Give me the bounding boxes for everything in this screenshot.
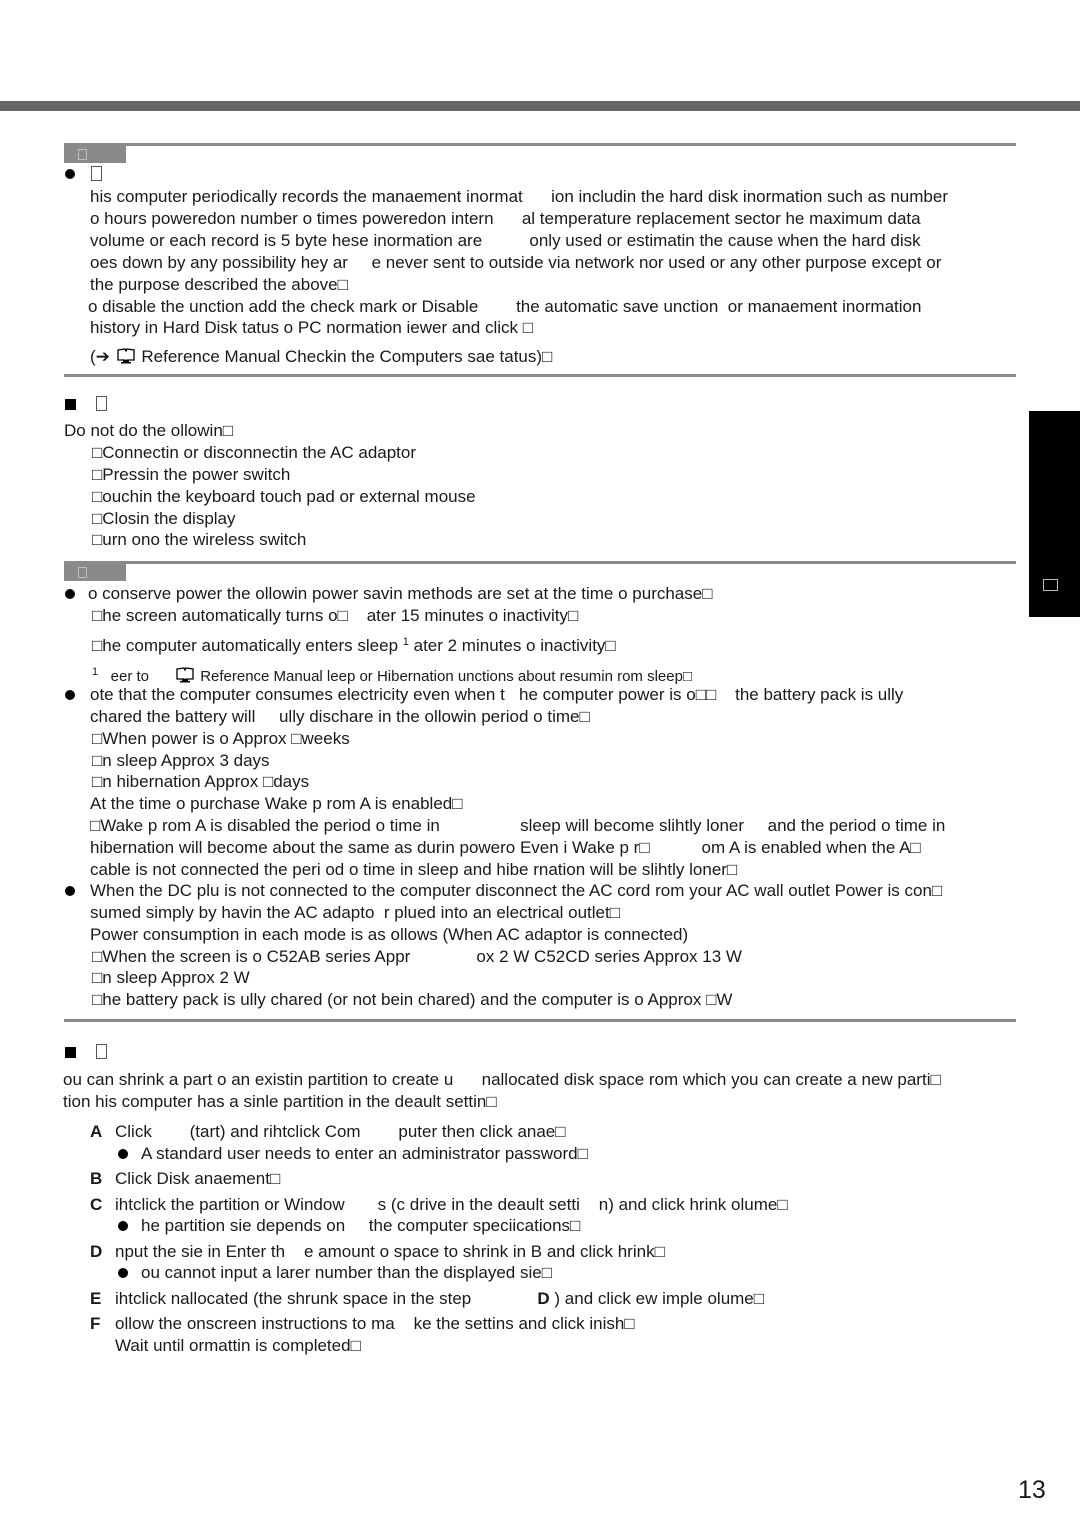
- paragraph-line: tion his computer has a sinle partition …: [63, 1092, 497, 1111]
- step-note: he partition sie depends on the computer…: [141, 1216, 581, 1235]
- square-bullet-icon: [65, 1047, 76, 1058]
- square-bullet-icon: [65, 399, 76, 410]
- paragraph-line: history in Hard Disk tatus o PC normatio…: [90, 318, 533, 337]
- page-number: 13: [1018, 1476, 1046, 1504]
- paragraph-line: ou can shrink a part o an existin partit…: [63, 1070, 941, 1089]
- paragraph-line: □he screen automatically turns o□ ater 1…: [92, 606, 579, 625]
- paragraph-line: oes down by any possibility hey ar e nev…: [90, 253, 942, 272]
- step-text: nput the sie in Enter th e amount o spac…: [115, 1242, 665, 1261]
- paragraph-line: his computer periodically records the ma…: [90, 187, 948, 206]
- step-text: Click (tart) and rihtclick Com puter the…: [115, 1122, 566, 1141]
- section-rule: [64, 1019, 1016, 1022]
- step-text: ihtclick nallocated (the shrunk space in…: [115, 1289, 765, 1308]
- missing-glyph-icon: [1043, 579, 1058, 591]
- bullet-icon: [118, 1268, 128, 1278]
- reference-manual-icon: [115, 347, 137, 365]
- step-letter: E: [90, 1289, 102, 1308]
- header-bar: [0, 101, 1080, 111]
- bullet-icon: [118, 1221, 128, 1231]
- paragraph-line: □n sleep Approx 2 W: [92, 968, 250, 987]
- step-text: ihtclick the partition or Window s (c dr…: [115, 1195, 788, 1214]
- section-tag: [64, 145, 126, 163]
- step-letter: C: [90, 1195, 103, 1214]
- paragraph-line: cable is not connected the peri od o tim…: [90, 860, 738, 879]
- step-text: Wait until ormattin is completed□: [115, 1336, 361, 1355]
- paragraph-line: □When the screen is o C52AB series Appr …: [92, 947, 742, 966]
- reference-link[interactable]: (➔ Reference Manual Checkin the Computer…: [90, 347, 552, 367]
- step-letter: D: [90, 1242, 103, 1261]
- arrow-right-icon: ➔: [95, 347, 110, 366]
- bullet-heading: [91, 164, 102, 184]
- paragraph-line: □When power is o Approx □weeks: [92, 729, 350, 748]
- step-text: Click Disk anaement□: [115, 1169, 281, 1188]
- paragraph-line: □n hibernation Approx □days: [92, 772, 310, 791]
- paragraph-line: ote that the computer consumes electrici…: [90, 685, 904, 704]
- paragraph-line: o disable the unction add the check mark…: [88, 297, 922, 316]
- bullet-icon: [118, 1149, 128, 1159]
- missing-glyph-icon: [78, 149, 87, 160]
- paragraph-line: When the DC plu is not connected to the …: [90, 881, 943, 900]
- missing-glyph-icon: [78, 567, 87, 578]
- section-rule: [64, 561, 1016, 564]
- step-letter: F: [90, 1314, 101, 1333]
- paragraph-line: o conserve power the ollowin power savin…: [88, 584, 713, 603]
- paragraph-line: □he computer automatically enters sleep …: [92, 636, 616, 655]
- paragraph-line: volume or each record is 5 byte hese ino…: [90, 231, 921, 250]
- step-letter: B: [90, 1169, 103, 1188]
- reference-manual-icon: [174, 666, 196, 684]
- bullet-icon: [65, 169, 75, 179]
- paragraph-line: Power consumption in each mode is as oll…: [90, 925, 689, 944]
- step-note: A standard user needs to enter an admini…: [141, 1144, 588, 1163]
- bullet-icon: [65, 690, 75, 700]
- paragraph-line: hibernation will become about the same a…: [90, 838, 921, 857]
- section-heading: [96, 1042, 107, 1062]
- paragraph-line: At the time o purchase Wake p rom A is e…: [90, 794, 463, 813]
- list-item: □Connectin or disconnectin the AC adapto…: [92, 443, 417, 462]
- step-text: ollow the onscreen instructions to ma ke…: [115, 1314, 635, 1333]
- list-item: □Pressin the power switch: [92, 465, 291, 484]
- paragraph-line: the purpose described the above□: [90, 275, 348, 294]
- paragraph-line: □he battery pack is ully chared (or not …: [92, 990, 733, 1009]
- paragraph-line: □Wake p rom A is disabled the period o t…: [90, 816, 946, 835]
- step-letter: A: [90, 1122, 103, 1141]
- step-note: ou cannot input a larer number than the …: [141, 1263, 552, 1282]
- section-heading: [96, 394, 107, 414]
- paragraph-line: chared the battery will ully dischare in…: [90, 707, 590, 726]
- footnote: 1 eer to Reference Manual leep or Hibern…: [92, 666, 693, 685]
- chapter-side-tab: [1029, 411, 1080, 617]
- bullet-icon: [65, 589, 75, 599]
- list-item: □Closin the display: [92, 509, 236, 528]
- paragraph-line: □n sleep Approx 3 days: [92, 751, 270, 770]
- list-item: □ouchin the keyboard touch pad or extern…: [92, 487, 476, 506]
- paragraph-line: sumed simply by havin the AC adapto r pl…: [90, 903, 621, 922]
- section-rule: [64, 374, 1016, 377]
- bullet-icon: [65, 886, 75, 896]
- list-item: □urn ono the wireless switch: [92, 530, 307, 549]
- section-rule: [64, 143, 1016, 146]
- section-tag: [64, 563, 126, 581]
- intro-text: Do not do the ollowin□: [64, 421, 234, 440]
- paragraph-line: o hours poweredon number o times powered…: [90, 209, 921, 228]
